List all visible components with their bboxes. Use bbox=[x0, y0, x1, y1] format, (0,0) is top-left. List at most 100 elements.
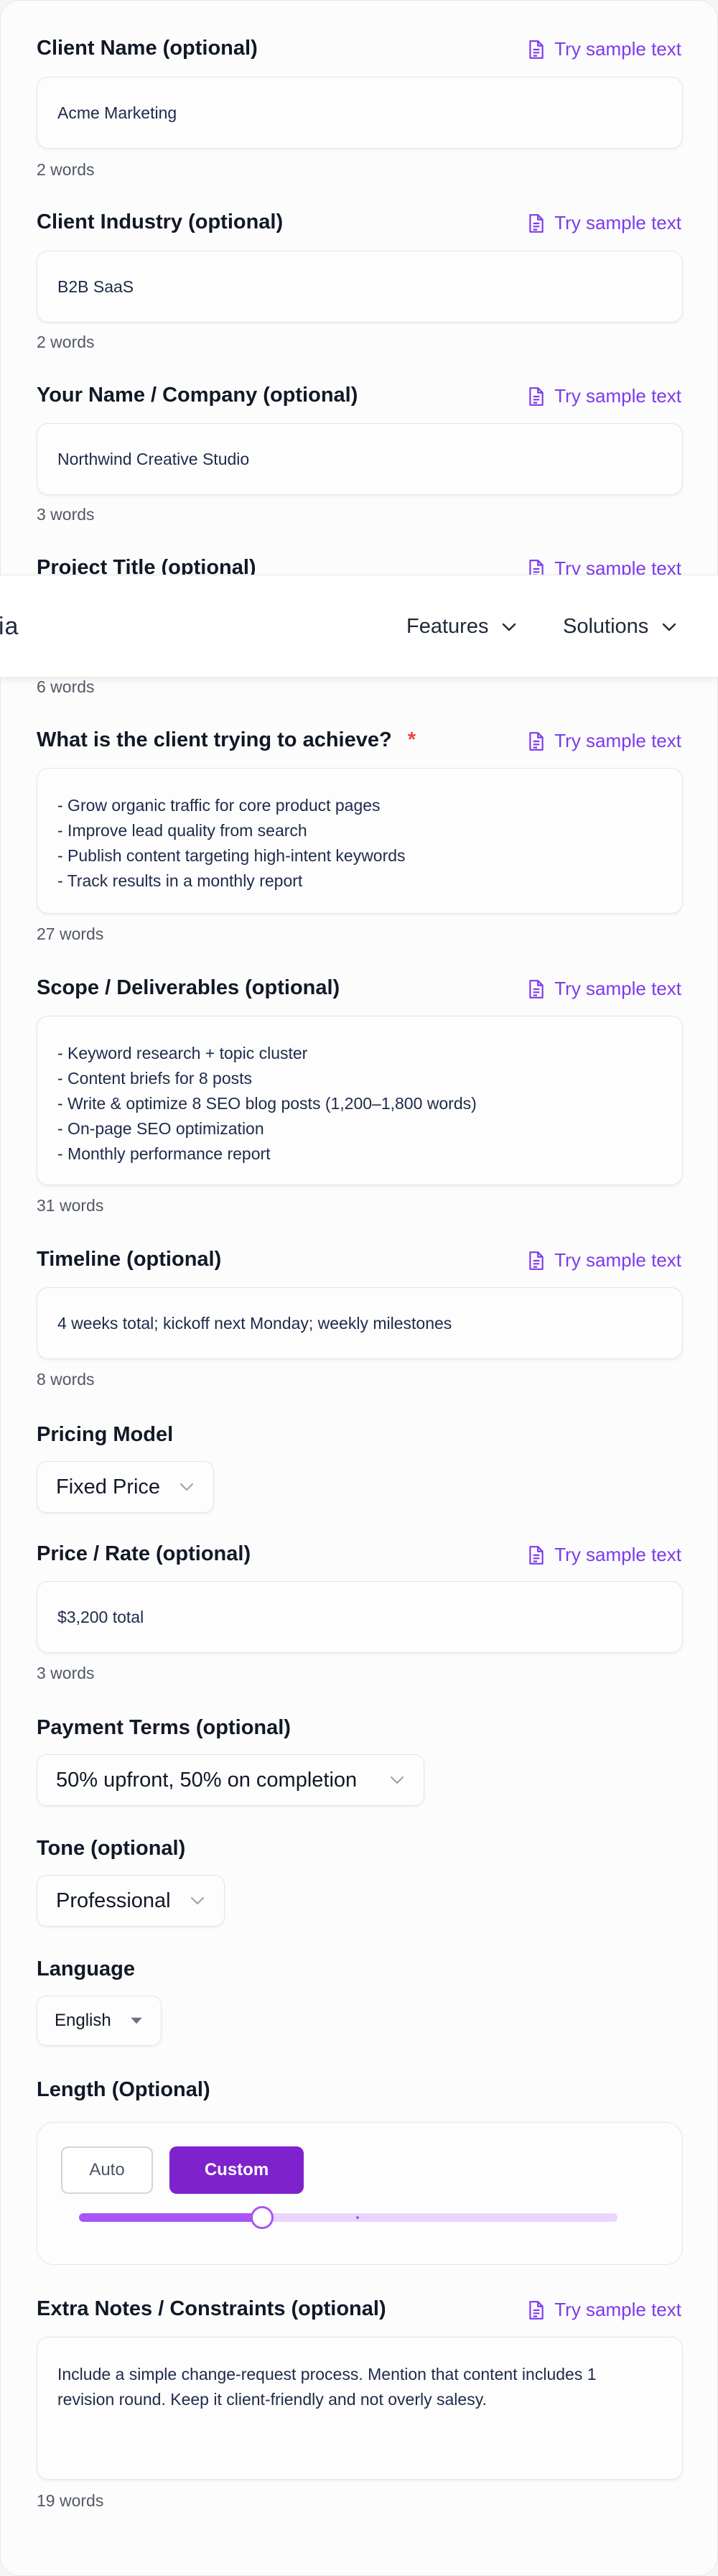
try-sample-button[interactable]: Try sample text bbox=[527, 978, 681, 1000]
language-select[interactable]: English bbox=[37, 1996, 162, 2046]
tone-label: Tone (optional) bbox=[37, 1837, 186, 1860]
timeline-word-count: 8 words bbox=[37, 1370, 95, 1389]
client-name-input[interactable]: Acme Marketing bbox=[37, 77, 683, 149]
client-industry-value: B2B SaaS bbox=[57, 277, 134, 296]
goal-label: What is the client trying to achieve? * bbox=[37, 728, 416, 752]
length-slider-fill bbox=[79, 2213, 262, 2222]
goal-label-text: What is the client trying to achieve? bbox=[37, 728, 392, 751]
extra-notes-textarea[interactable]: Include a simple change-request process.… bbox=[37, 2337, 683, 2480]
length-slider[interactable] bbox=[79, 2206, 617, 2229]
scope-line: - Monthly performance report bbox=[57, 1144, 271, 1163]
document-icon bbox=[529, 213, 544, 233]
top-navbar: ia Features Solutions bbox=[0, 575, 718, 677]
language-value: English bbox=[55, 2011, 111, 2030]
chevron-down-icon bbox=[390, 1776, 404, 1784]
your-name-input[interactable]: Northwind Creative Studio bbox=[37, 423, 683, 495]
payment-terms-label: Payment Terms (optional) bbox=[37, 1716, 291, 1739]
client-industry-input[interactable]: B2B SaaS bbox=[37, 251, 683, 323]
document-icon bbox=[529, 1251, 544, 1270]
scope-label: Scope / Deliverables (optional) bbox=[37, 976, 340, 999]
extra-notes-line: revision round. Keep it client-friendly … bbox=[57, 2390, 487, 2409]
pricing-model-select[interactable]: Fixed Price bbox=[37, 1461, 214, 1513]
caret-down-icon bbox=[131, 2017, 142, 2024]
form-card: Client Name (optional) Try sample text A… bbox=[0, 0, 718, 2576]
chevron-down-icon bbox=[663, 623, 676, 631]
tone-value: Professional bbox=[56, 1889, 171, 1912]
try-sample-button[interactable]: Try sample text bbox=[527, 38, 681, 60]
goal-textarea[interactable]: - Grow organic traffic for core product … bbox=[37, 768, 683, 914]
try-sample-label: Try sample text bbox=[554, 38, 681, 60]
language-label: Language bbox=[37, 1958, 135, 1980]
scope-line: - On-page SEO optimization bbox=[57, 1119, 264, 1138]
client-industry-label: Client Industry (optional) bbox=[37, 210, 284, 233]
length-auto-button[interactable]: Auto bbox=[61, 2146, 153, 2194]
scope-line: - Write & optimize 8 SEO blog posts (1,2… bbox=[57, 1094, 477, 1113]
project-title-word-count: 6 words bbox=[37, 677, 95, 696]
try-sample-button[interactable]: Try sample text bbox=[527, 385, 681, 407]
try-sample-label: Try sample text bbox=[554, 2299, 681, 2320]
price-value: $3,200 total bbox=[57, 1607, 144, 1626]
length-custom-button[interactable]: Custom bbox=[169, 2146, 304, 2194]
length-slider-handle[interactable] bbox=[251, 2206, 274, 2229]
client-name-word-count: 2 words bbox=[37, 160, 95, 179]
logo-fragment[interactable]: ia bbox=[0, 613, 19, 641]
try-sample-label: Try sample text bbox=[554, 730, 681, 751]
try-sample-label: Try sample text bbox=[554, 1544, 681, 1565]
length-panel: Auto Custom bbox=[37, 2122, 683, 2265]
document-icon bbox=[529, 979, 544, 999]
goal-word-count: 27 words bbox=[37, 925, 104, 943]
scope-word-count: 31 words bbox=[37, 1196, 104, 1215]
document-icon bbox=[529, 2300, 544, 2320]
length-label: Length (Optional) bbox=[37, 2078, 210, 2101]
try-sample-label: Try sample text bbox=[554, 1249, 681, 1271]
document-icon bbox=[529, 40, 544, 59]
nav-features[interactable]: Features bbox=[406, 615, 517, 639]
extra-notes-line: Include a simple change-request process.… bbox=[57, 2365, 597, 2383]
document-icon bbox=[529, 1545, 544, 1565]
goal-line: - Grow organic traffic for core product … bbox=[57, 796, 381, 815]
timeline-label: Timeline (optional) bbox=[37, 1248, 222, 1271]
scope-line: - Keyword research + topic cluster bbox=[57, 1044, 308, 1062]
chevron-down-icon bbox=[180, 1483, 194, 1491]
your-name-value: Northwind Creative Studio bbox=[57, 449, 250, 468]
try-sample-label: Try sample text bbox=[554, 385, 681, 407]
price-label: Price / Rate (optional) bbox=[37, 1542, 251, 1565]
your-name-word-count: 3 words bbox=[37, 505, 95, 524]
pricing-model-label: Pricing Model bbox=[37, 1423, 174, 1446]
client-name-label: Client Name (optional) bbox=[37, 37, 258, 60]
goal-line: - Publish content targeting high-intent … bbox=[57, 846, 406, 865]
payment-terms-select[interactable]: 50% upfront, 50% on completion bbox=[37, 1754, 424, 1806]
price-input[interactable]: $3,200 total bbox=[37, 1581, 683, 1653]
goal-line: - Improve lead quality from search bbox=[57, 821, 307, 840]
try-sample-button[interactable]: Try sample text bbox=[527, 1249, 681, 1271]
your-name-label: Your Name / Company (optional) bbox=[37, 384, 358, 407]
document-icon bbox=[529, 731, 544, 751]
extra-notes-word-count: 19 words bbox=[37, 2491, 104, 2510]
scope-line: - Content briefs for 8 posts bbox=[57, 1069, 253, 1088]
extra-notes-label: Extra Notes / Constraints (optional) bbox=[37, 2297, 386, 2320]
try-sample-label: Try sample text bbox=[554, 978, 681, 999]
payment-terms-value: 50% upfront, 50% on completion bbox=[56, 1768, 358, 1792]
client-industry-word-count: 2 words bbox=[37, 333, 95, 351]
client-name-value: Acme Marketing bbox=[57, 103, 177, 122]
required-asterisk: * bbox=[407, 728, 416, 751]
tone-select[interactable]: Professional bbox=[37, 1875, 225, 1927]
chevron-down-icon bbox=[503, 623, 516, 631]
price-word-count: 3 words bbox=[37, 1664, 95, 1682]
try-sample-button[interactable]: Try sample text bbox=[527, 730, 681, 752]
try-sample-button[interactable]: Try sample text bbox=[527, 2299, 681, 2321]
pricing-model-value: Fixed Price bbox=[56, 1475, 161, 1498]
length-slider-tick bbox=[356, 2216, 359, 2219]
try-sample-label: Try sample text bbox=[554, 212, 681, 233]
timeline-input[interactable]: 4 weeks total; kickoff next Monday; week… bbox=[37, 1287, 683, 1359]
chevron-down-icon bbox=[190, 1896, 205, 1905]
nav-solutions[interactable]: Solutions bbox=[563, 615, 677, 639]
try-sample-button[interactable]: Try sample text bbox=[527, 212, 681, 234]
try-sample-button[interactable]: Try sample text bbox=[527, 1544, 681, 1566]
nav-features-label: Features bbox=[406, 615, 489, 638]
scope-textarea[interactable]: - Keyword research + topic cluster - Con… bbox=[37, 1016, 683, 1185]
goal-line: - Track results in a monthly report bbox=[57, 871, 303, 890]
timeline-value: 4 weeks total; kickoff next Monday; week… bbox=[57, 1313, 452, 1333]
nav-solutions-label: Solutions bbox=[563, 615, 649, 638]
document-icon bbox=[529, 386, 544, 406]
